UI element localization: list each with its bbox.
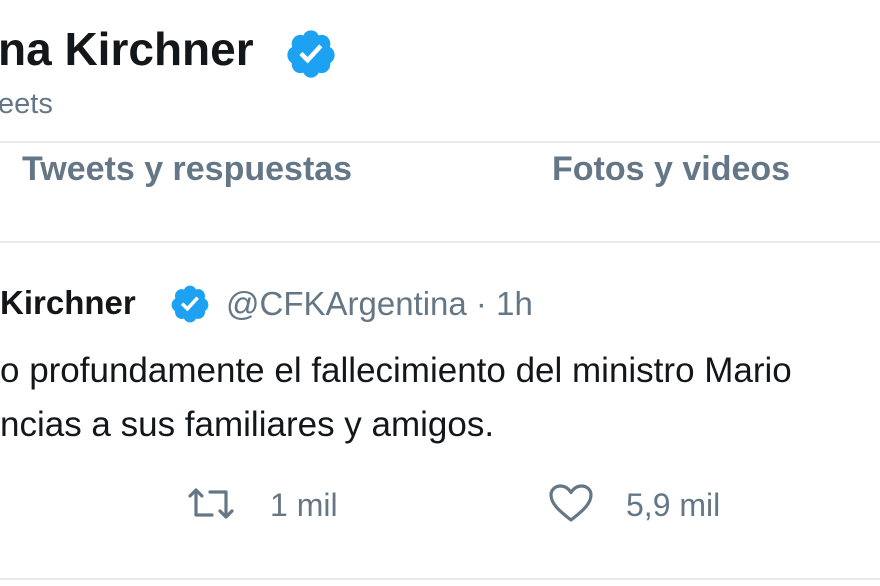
like-count: 5,9 mil	[626, 487, 721, 523]
tabs-divider	[0, 241, 880, 243]
verified-badge-icon	[171, 285, 209, 323]
tweet-text-line: o profundamente el fallecimiento del min…	[0, 351, 792, 390]
verified-badge-icon	[287, 30, 335, 78]
header-divider	[0, 141, 880, 143]
retweet-icon[interactable]	[186, 483, 236, 525]
like-heart-icon[interactable]	[546, 482, 596, 524]
tab-photos-and-videos[interactable]: Fotos y videos	[552, 150, 790, 189]
tweet-text-line: ncias a sus familiares y amigos.	[0, 405, 495, 444]
tweet-count: eets	[0, 88, 53, 120]
profile-name: na Kirchner	[0, 23, 254, 75]
profile-timeline: na Kirchner eets Tweets y respuestas Fot…	[0, 0, 880, 586]
tweet-author-handle-time[interactable]: @CFKArgentina · 1h	[226, 285, 533, 323]
retweet-count: 1 mil	[270, 487, 338, 523]
tweet-divider	[0, 578, 880, 580]
tweet-author-name[interactable]: Kirchner	[0, 284, 136, 322]
tab-tweets-and-replies[interactable]: Tweets y respuestas	[22, 150, 352, 189]
